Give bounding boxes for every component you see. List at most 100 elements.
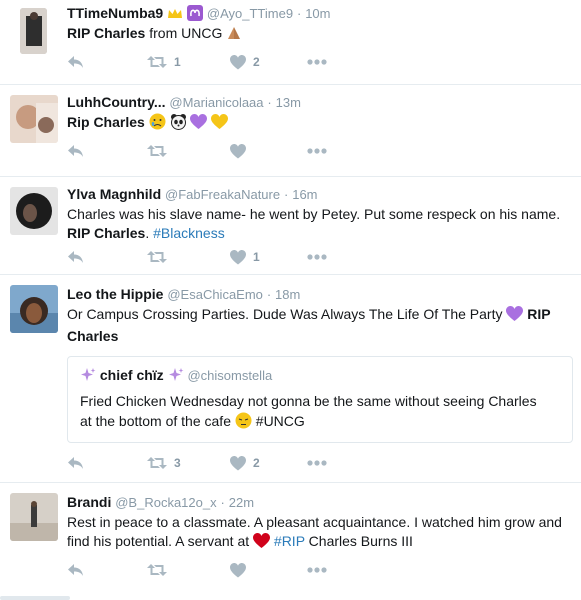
more-icon: [307, 460, 327, 466]
tweet[interactable]: Brandi @B_Rocka12o_x · 22m Rest in peace…: [0, 483, 581, 598]
quoted-display-name[interactable]: chief chïz: [100, 367, 164, 383]
tweet-text: Charles was his slave name- he went by P…: [67, 206, 561, 241]
tweet-text: RIP Charles from UNCG: [67, 24, 571, 46]
retweet-icon: [147, 250, 167, 264]
handle[interactable]: @FabFreakaNature: [165, 187, 280, 202]
tweet-text: Rip Charles: [67, 113, 571, 135]
quoted-tweet-header: chief chïz @chisomstella: [80, 365, 562, 385]
red-heart-emoji-icon: [253, 533, 271, 554]
like-button[interactable]: 1: [230, 247, 260, 267]
tweet-header: LuhhCountry... @Marianicolaaa · 13m: [67, 94, 301, 110]
sparkles-emoji-icon: [168, 367, 184, 388]
more-button[interactable]: [307, 453, 327, 473]
retweet-count: 3: [174, 456, 181, 470]
display-name[interactable]: Brandi: [67, 494, 111, 510]
timestamp[interactable]: 13m: [276, 95, 301, 110]
reply-icon: [67, 55, 84, 69]
timestamp[interactable]: 22m: [229, 495, 254, 510]
display-name[interactable]: LuhhCountry...: [67, 94, 166, 110]
retweet-button[interactable]: 3: [147, 453, 181, 473]
timestamp[interactable]: 10m: [305, 6, 330, 21]
tweet[interactable]: Ylva Magnhild @FabFreakaNature · 16m Cha…: [0, 177, 581, 275]
yellow-heart-emoji-icon: [211, 114, 229, 135]
avatar[interactable]: [10, 285, 58, 333]
tweet[interactable]: Leo the Hippie @EsaChicaEmo · 18m Or Cam…: [0, 275, 581, 483]
reply-icon: [67, 563, 84, 577]
more-icon: [307, 254, 327, 260]
tweet[interactable]: LuhhCountry... @Marianicolaaa · 13m Rip …: [0, 85, 581, 177]
reply-button[interactable]: [67, 52, 84, 72]
handle[interactable]: @Marianicolaaa: [169, 95, 263, 110]
tweet-header: Leo the Hippie @EsaChicaEmo · 18m: [67, 286, 301, 302]
retweet-button[interactable]: [147, 247, 174, 267]
quoted-handle[interactable]: @chisomstella: [187, 368, 272, 383]
quoted-tweet-text: Fried Chicken Wednesday not gonna be the…: [80, 391, 562, 434]
retweet-icon: [147, 55, 167, 69]
like-button[interactable]: 2: [230, 52, 260, 72]
retweet-icon: [147, 456, 167, 470]
hashtag-link[interactable]: #Blackness: [153, 225, 225, 241]
quoted-tweet[interactable]: chief chïz @chisomstella Fried Chicken W…: [67, 356, 573, 443]
like-count: 2: [253, 456, 260, 470]
retweet-button[interactable]: [147, 560, 174, 580]
crying-face-emoji-icon: [149, 113, 166, 135]
more-button[interactable]: [307, 52, 327, 72]
like-count: 2: [253, 55, 260, 69]
retweet-button[interactable]: [147, 141, 174, 161]
like-icon: [230, 249, 246, 265]
timestamp[interactable]: 16m: [292, 187, 317, 202]
more-button[interactable]: [307, 141, 327, 161]
more-icon: [307, 567, 327, 573]
like-button[interactable]: [230, 560, 253, 580]
tweet-header: Ylva Magnhild @FabFreakaNature · 16m: [67, 186, 318, 202]
timestamp[interactable]: 18m: [275, 287, 300, 302]
avatar[interactable]: [10, 95, 58, 143]
reply-button[interactable]: [67, 453, 84, 473]
reply-icon: [67, 144, 84, 158]
more-icon: [307, 59, 327, 65]
sparkles-emoji-icon: [80, 367, 96, 388]
like-icon: [230, 54, 246, 70]
avatar[interactable]: [10, 187, 58, 235]
avatar[interactable]: [10, 493, 58, 541]
more-icon: [307, 148, 327, 154]
reply-button[interactable]: [67, 247, 84, 267]
retweet-button[interactable]: 1: [147, 52, 181, 72]
reply-icon: [67, 250, 84, 264]
more-button[interactable]: [307, 560, 327, 580]
tweet-header: Brandi @B_Rocka12o_x · 22m: [67, 494, 255, 510]
purple-heart-emoji-icon: [190, 114, 208, 135]
tweet-header: TTimeNumba9 @Ayo_TTime9 · 10m: [67, 4, 571, 22]
handle[interactable]: @B_Rocka12o_x: [115, 495, 216, 510]
reply-icon: [67, 456, 84, 470]
pensive-face-emoji-icon: [235, 412, 252, 434]
reply-button[interactable]: [67, 560, 84, 580]
display-name[interactable]: TTimeNumba9: [67, 5, 163, 21]
reply-button[interactable]: [67, 141, 84, 161]
tweet[interactable]: TTimeNumba9 @Ayo_TTime9 · 10m RIP Charle…: [0, 0, 581, 85]
like-icon: [230, 143, 246, 159]
retweet-icon: [147, 563, 167, 577]
like-icon: [230, 562, 246, 578]
like-icon: [230, 455, 246, 471]
handle[interactable]: @Ayo_TTime9: [207, 6, 293, 21]
tweet-text: Rest in peace to a classmate. A pleasant…: [67, 513, 571, 554]
display-name[interactable]: Leo the Hippie: [67, 286, 163, 302]
more-button[interactable]: [307, 247, 327, 267]
tweet-feed: TTimeNumba9 @Ayo_TTime9 · 10m RIP Charle…: [0, 0, 581, 600]
crown-emoji-icon: [167, 7, 183, 22]
avatar[interactable]: [20, 8, 47, 54]
retweet-icon: [147, 144, 167, 158]
like-count: 1: [253, 250, 260, 264]
hashtag-link[interactable]: #RIP: [274, 533, 305, 549]
tweet-text: Or Campus Crossing Parties. Dude Was Alw…: [67, 306, 551, 344]
praying-hands-emoji-icon: [226, 25, 242, 46]
display-name[interactable]: Ylva Magnhild: [67, 186, 161, 202]
like-button[interactable]: 2: [230, 453, 260, 473]
purple-heart-emoji-icon: [506, 306, 524, 327]
horizontal-scrollbar[interactable]: [0, 596, 70, 600]
like-button[interactable]: [230, 141, 253, 161]
panda-emoji-icon: [170, 113, 187, 135]
handle[interactable]: @EsaChicaEmo: [167, 287, 263, 302]
aries-emoji-icon: [187, 5, 203, 22]
